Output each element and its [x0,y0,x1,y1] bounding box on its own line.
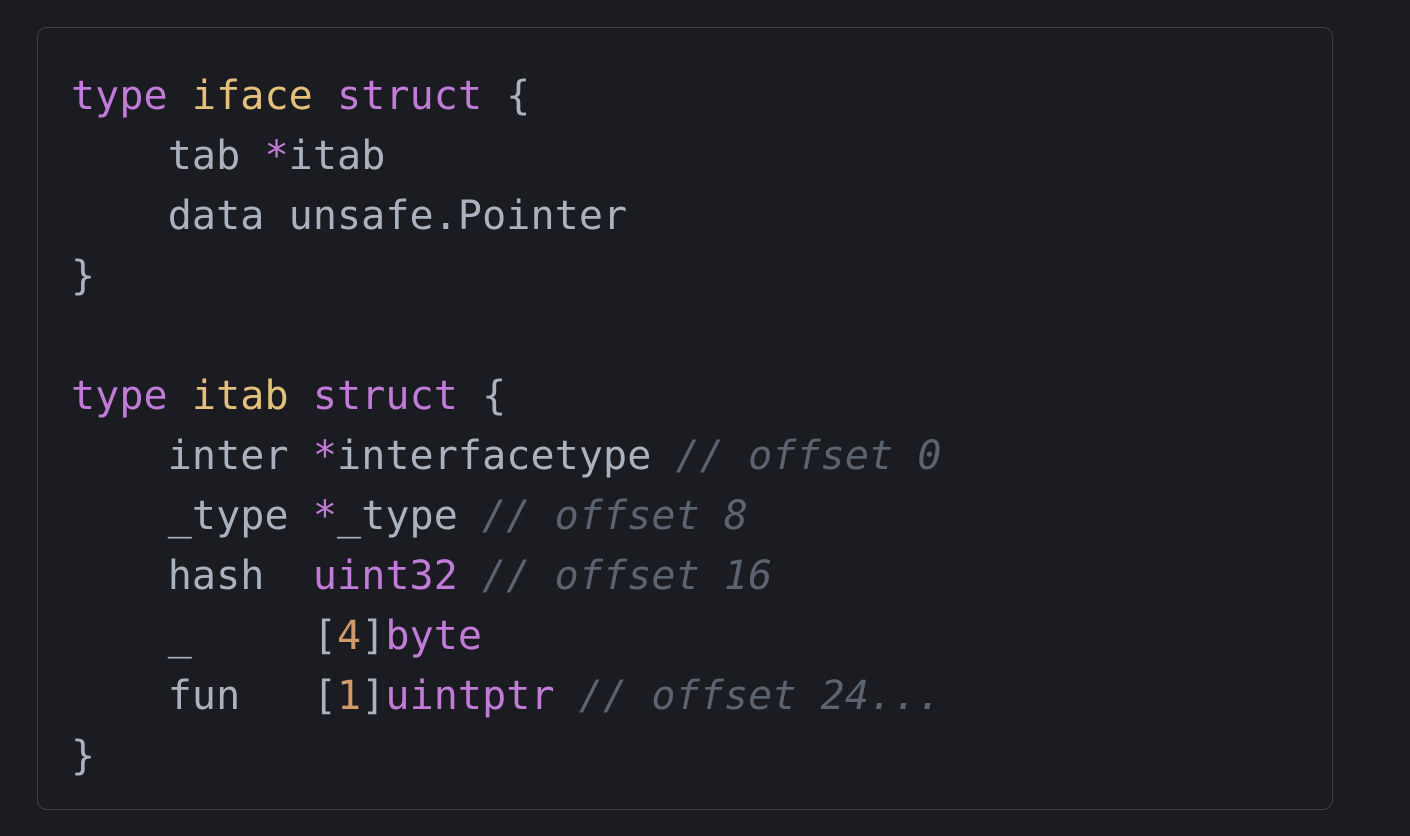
type-name-token: itab [191,373,289,419]
type-name-token: iface [191,73,313,119]
keyword-token: byte [385,613,483,659]
code-block: type iface struct { tab *itab data unsaf… [37,27,1333,810]
plain-token: ] [361,673,386,719]
plain-token: hash [71,553,313,599]
plain-token: } [71,253,96,299]
keyword-token: type [71,73,168,119]
comment-token: // offset 24... [578,673,942,719]
plain-token: fun [ [71,673,338,719]
plain-token: } [71,733,96,779]
number-token: 1 [337,673,362,719]
keyword-token: struct [337,73,483,119]
code-content: type iface struct { tab *itab data unsaf… [71,66,942,786]
plain-token: { [457,373,507,419]
keyword-token: * [312,493,338,539]
code-line: type itab struct { [71,366,942,426]
keyword-token: * [312,433,338,479]
comment-token: // offset 0 [675,433,942,479]
code-line: data unsafe.Pointer [71,186,942,246]
plain-token: itab [288,133,386,179]
plain-token: _type [71,493,313,539]
code-line: type iface struct { [71,66,942,126]
keyword-token: type [71,373,168,419]
plain-token: _type [337,493,483,539]
comment-token: // offset 16 [482,553,773,599]
plain-token: ] [361,613,386,659]
code-line: } [71,726,942,786]
keyword-token: uint32 [312,553,458,599]
plain-token: { [482,73,531,119]
plain-token: tab [71,133,265,179]
code-line: _ [4]byte [71,606,942,666]
code-line: tab *itab [71,126,942,186]
code-line: _type *_type // offset 8 [71,486,942,546]
comment-token: // offset 8 [482,493,749,539]
plain-token: data unsafe.Pointer [71,193,628,239]
number-token: 4 [337,613,362,659]
keyword-token: uintptr [385,673,555,719]
plain-token: inter [71,433,313,479]
code-line: hash uint32 // offset 16 [71,546,942,606]
plain-token: interfacetype [337,433,676,479]
plain-token: _ [ [71,613,338,659]
code-line: inter *interfacetype // offset 0 [71,426,942,486]
code-line: fun [1]uintptr // offset 24... [71,666,942,726]
keyword-token: * [264,133,289,179]
keyword-token: struct [312,373,458,419]
code-line: } [71,246,942,306]
